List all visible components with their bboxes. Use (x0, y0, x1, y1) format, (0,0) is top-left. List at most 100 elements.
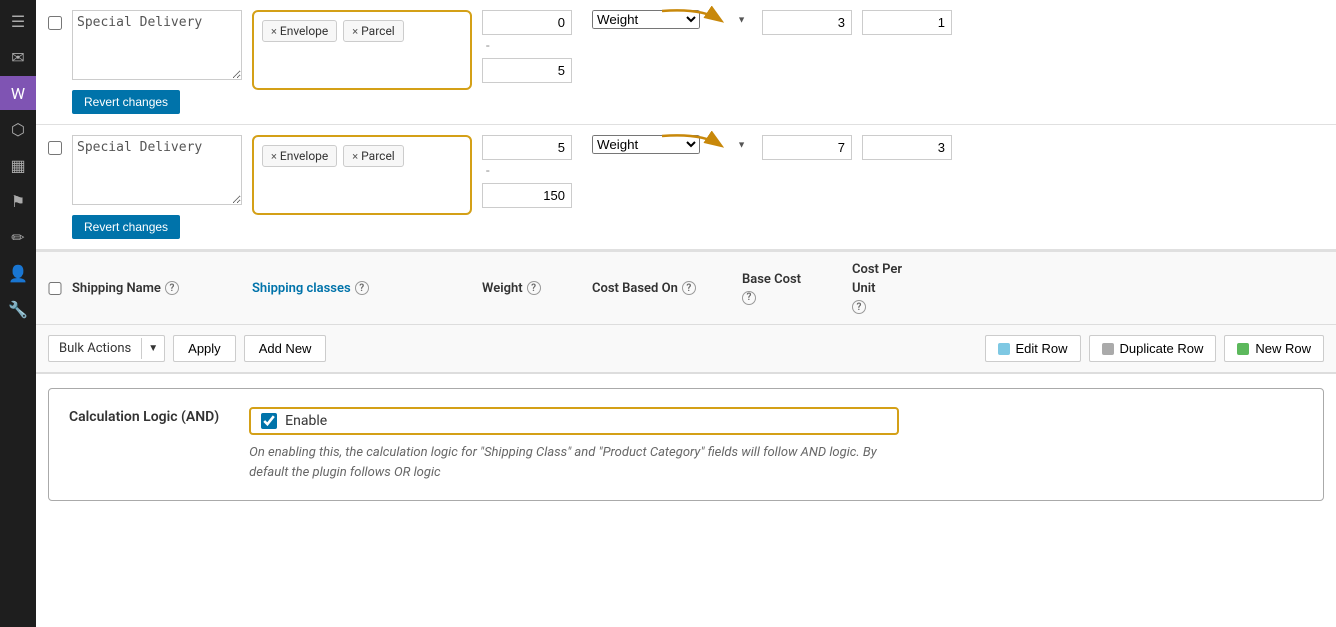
enable-checkbox[interactable] (261, 413, 277, 429)
add-new-button[interactable]: Add New (244, 335, 327, 362)
row1-checkbox[interactable] (48, 16, 62, 30)
duplicate-row-label: Duplicate Row (1120, 341, 1204, 356)
row1-cost-per-unit-input[interactable] (862, 10, 952, 35)
sidebar-item-flag[interactable]: ⚑ (0, 184, 36, 218)
row1-base-cost-input[interactable] (762, 10, 852, 35)
apply-button[interactable]: Apply (173, 335, 236, 362)
row2-weight-max-input[interactable] (482, 183, 572, 208)
shipping-classes-help-icon[interactable]: ? (355, 281, 369, 295)
header-base-cost-label: Base Cost (742, 272, 801, 287)
row2-cost-per-unit-input[interactable] (862, 135, 952, 160)
row1-weight-input[interactable] (482, 10, 572, 35)
sidebar: ☰ ✉ W ⬡ ▦ ⚑ ✏ 👤 🔧 (0, 0, 36, 627)
row1-weight-col: - (482, 10, 582, 83)
sidebar-item-menu[interactable]: ☰ (0, 4, 36, 38)
shipping-name-help-icon[interactable]: ? (165, 281, 179, 295)
row2-checkbox[interactable] (48, 141, 62, 155)
edit-row-label: Edit Row (1016, 341, 1068, 356)
row1-base-cost-col (762, 10, 852, 59)
new-row-color-dot (1237, 343, 1249, 355)
row2-name-cell: Special Delivery Revert changes (72, 135, 242, 239)
row1-revert-button[interactable]: Revert changes (72, 90, 180, 114)
row1-arrow-annotation (652, 6, 732, 36)
row2-cost-based-col: Weight Price Quantity Item Count (592, 135, 752, 178)
row2-arrow-annotation (652, 131, 732, 161)
row2-revert-button[interactable]: Revert changes (72, 215, 180, 239)
calculation-logic-section: Calculation Logic (AND) Enable On enabli… (48, 388, 1324, 501)
duplicate-row-color-dot (1102, 343, 1114, 355)
row1-shipping-classes: × Envelope × Parcel (252, 10, 472, 90)
sidebar-item-orders[interactable]: ▦ (0, 148, 36, 182)
row2-weight-col: - (482, 135, 582, 208)
header-cost-per-unit: Cost Per Unit ? (852, 262, 932, 314)
shipping-row-2: Special Delivery Revert changes × Envelo… (36, 125, 1336, 250)
new-row-button[interactable]: New Row (1224, 335, 1324, 362)
new-row-label: New Row (1255, 341, 1311, 356)
sidebar-item-woo[interactable]: W (0, 76, 36, 110)
row1-tag-parcel[interactable]: × Parcel (343, 20, 403, 42)
edit-row-button[interactable]: Edit Row (985, 335, 1081, 362)
row1-cost-based-col: Weight Price Quantity Item Count (592, 10, 752, 53)
sidebar-item-tools[interactable]: 🔧 (0, 292, 36, 326)
row2-spacer (592, 158, 752, 178)
right-action-buttons: Edit Row Duplicate Row New Row (985, 335, 1324, 362)
weight-help-icon[interactable]: ? (527, 281, 541, 295)
enable-checkbox-wrapper[interactable]: Enable (249, 407, 899, 435)
row1-tag-envelope-remove[interactable]: × (271, 25, 277, 38)
row2-base-cost-col (762, 135, 852, 184)
enable-label: Enable (285, 413, 327, 429)
header-cost-per-unit-label: Cost Per (852, 262, 902, 277)
calc-title: Calculation Logic (AND) (69, 407, 219, 425)
sidebar-item-mail[interactable]: ✉ (0, 40, 36, 74)
header-shipping-classes-label: Shipping classes (252, 281, 351, 296)
header-base-cost: Base Cost ? (742, 272, 842, 305)
sidebar-item-products[interactable]: ⬡ (0, 112, 36, 146)
row2-name-input[interactable]: Special Delivery (72, 135, 242, 205)
row2-shipping-classes: × Envelope × Parcel (252, 135, 472, 215)
calc-description: On enabling this, the calculation logic … (249, 443, 899, 482)
row1-weight-max-input[interactable] (482, 58, 572, 83)
header-weight-label: Weight (482, 281, 523, 296)
row2-tag-envelope[interactable]: × Envelope (262, 145, 337, 167)
select-all-checkbox[interactable] (48, 282, 62, 295)
row2-cost-per-unit-col (862, 135, 912, 160)
row1-name-input[interactable]: Special Delivery (72, 10, 242, 80)
table-header: Shipping Name ? Shipping classes ? Weigh… (36, 250, 1336, 325)
row1-spacer2 (762, 39, 852, 59)
bulk-actions-dropdown[interactable]: Bulk Actions ▼ (48, 335, 165, 362)
row2-tags: × Envelope × Parcel (262, 145, 462, 167)
row2-weight-input[interactable] (482, 135, 572, 160)
row2-tag-envelope-remove[interactable]: × (271, 150, 277, 163)
row2-tag-parcel-label: Parcel (361, 149, 395, 163)
header-cost-based-on: Cost Based On ? (592, 281, 732, 296)
row1-tag-parcel-label: Parcel (361, 24, 395, 38)
edit-row-color-dot (998, 343, 1010, 355)
row2-tag-envelope-label: Envelope (280, 149, 328, 163)
sidebar-item-users[interactable]: 👤 (0, 256, 36, 290)
actions-bar: Bulk Actions ▼ Apply Add New Edit Row Du… (36, 325, 1336, 374)
row2-tag-parcel-remove[interactable]: × (352, 150, 358, 163)
sidebar-item-edit[interactable]: ✏ (0, 220, 36, 254)
calc-content: Enable On enabling this, the calculation… (249, 407, 899, 482)
base-cost-help-icon[interactable]: ? (742, 291, 756, 305)
row1-cost-per-unit-col (862, 10, 912, 35)
main-content: Special Delivery Revert changes × Envelo… (36, 0, 1336, 627)
header-cost-based-label: Cost Based On (592, 281, 678, 296)
row1-tag-parcel-remove[interactable]: × (352, 25, 358, 38)
bulk-actions-label: Bulk Actions (49, 336, 141, 361)
duplicate-row-button[interactable]: Duplicate Row (1089, 335, 1217, 362)
bulk-actions-arrow-icon[interactable]: ▼ (141, 338, 164, 359)
row1-tag-envelope[interactable]: × Envelope (262, 20, 337, 42)
row1-tags: × Envelope × Parcel (262, 20, 462, 42)
row2-dash: - (482, 164, 582, 179)
header-weight: Weight ? (482, 281, 582, 296)
row2-base-cost-input[interactable] (762, 135, 852, 160)
header-shipping-name-label: Shipping Name (72, 281, 161, 296)
header-shipping-name: Shipping Name ? (72, 281, 242, 296)
row1-name-cell: Special Delivery Revert changes (72, 10, 242, 114)
row2-spacer2 (762, 164, 852, 184)
cost-per-unit-help-icon[interactable]: ? (852, 300, 866, 314)
row1-dash: - (482, 39, 582, 54)
cost-based-help-icon[interactable]: ? (682, 281, 696, 295)
row2-tag-parcel[interactable]: × Parcel (343, 145, 403, 167)
